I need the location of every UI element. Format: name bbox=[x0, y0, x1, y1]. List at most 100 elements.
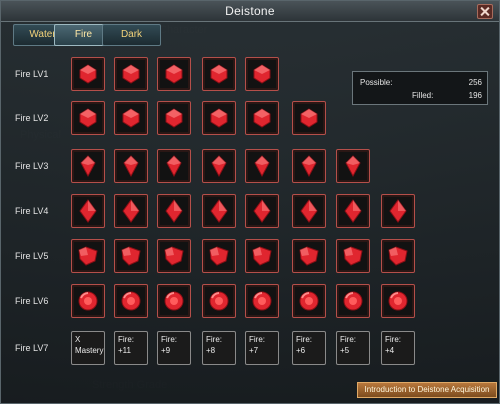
deistone-slot-lv7[interactable]: Fire: +4 bbox=[381, 331, 415, 365]
stats-possible-row: Possible: 256 bbox=[360, 78, 482, 90]
fire-gem-icon bbox=[164, 291, 184, 311]
deistone-slot-lv6[interactable] bbox=[381, 284, 415, 318]
fire-gem-icon bbox=[121, 291, 141, 311]
row-label-fire-lv2: Fire LV2 bbox=[15, 113, 49, 123]
fire-gem-icon bbox=[165, 64, 183, 84]
deistone-slot-lv1[interactable] bbox=[245, 57, 279, 91]
deistone-slot-lv4[interactable] bbox=[202, 194, 236, 228]
deistone-slot-lv5[interactable] bbox=[71, 239, 105, 273]
fire-gem-icon bbox=[253, 64, 271, 84]
lv7-slot-line2: +8 bbox=[206, 346, 216, 355]
deistone-slot-lv3[interactable] bbox=[114, 149, 148, 183]
deistone-slot-lv5[interactable] bbox=[114, 239, 148, 273]
window-title: Deistone bbox=[225, 4, 275, 18]
stats-panel: Possible: 256 Filled: 196 bbox=[352, 71, 488, 105]
deistone-slot-lv2[interactable] bbox=[157, 101, 191, 135]
deistone-slot-lv4[interactable] bbox=[71, 194, 105, 228]
fire-gem-icon bbox=[78, 291, 98, 311]
lv7-slot-line1: Fire: bbox=[118, 335, 134, 344]
lv7-slot-line1: Fire: bbox=[296, 335, 312, 344]
deistone-slot-lv6[interactable] bbox=[336, 284, 370, 318]
lv7-slot-line2: +5 bbox=[340, 346, 350, 355]
deistone-slot-lv5[interactable] bbox=[336, 239, 370, 273]
fire-gem-icon bbox=[80, 155, 96, 178]
deistone-slot-lv7[interactable]: X Mastery bbox=[71, 331, 105, 365]
deistone-slot-lv4[interactable] bbox=[381, 194, 415, 228]
fire-gem-icon bbox=[210, 108, 228, 128]
deistone-slot-lv6[interactable] bbox=[157, 284, 191, 318]
intro-deistone-acquisition-button[interactable]: Introduction to Deistone Acquisition bbox=[357, 382, 497, 398]
close-icon[interactable] bbox=[477, 4, 493, 19]
deistone-slot-lv7[interactable]: Fire: +5 bbox=[336, 331, 370, 365]
deistone-slot-lv4[interactable] bbox=[336, 194, 370, 228]
root: Character Physical Strength Grade Deisto… bbox=[0, 0, 500, 404]
stats-filled-value: 196 bbox=[468, 91, 482, 100]
deistone-slot-lv6[interactable] bbox=[245, 284, 279, 318]
deistone-slot-lv2[interactable] bbox=[71, 101, 105, 135]
fire-gem-icon bbox=[79, 199, 97, 223]
deistone-slot-lv5[interactable] bbox=[245, 239, 279, 273]
deistone-slot-lv3[interactable] bbox=[336, 149, 370, 183]
deistone-slot-lv1[interactable] bbox=[157, 57, 191, 91]
row-label-fire-lv1: Fire LV1 bbox=[15, 69, 49, 79]
deistone-slot-lv4[interactable] bbox=[114, 194, 148, 228]
stats-filled-label: Filled: bbox=[412, 91, 434, 100]
deistone-slot-lv7[interactable]: Fire: +6 bbox=[292, 331, 326, 365]
fire-gem-icon bbox=[388, 246, 408, 266]
deistone-slot-lv4[interactable] bbox=[292, 194, 326, 228]
fire-gem-icon bbox=[252, 246, 272, 266]
fire-gem-icon bbox=[164, 246, 184, 266]
deistone-slot-lv6[interactable] bbox=[202, 284, 236, 318]
fire-gem-icon bbox=[210, 64, 228, 84]
fire-gem-icon bbox=[122, 199, 140, 223]
deistone-slot-lv3[interactable] bbox=[292, 149, 326, 183]
deistone-slot-lv3[interactable] bbox=[245, 149, 279, 183]
deistone-slot-lv7[interactable]: Fire: +8 bbox=[202, 331, 236, 365]
stats-possible-label: Possible: bbox=[360, 78, 393, 87]
fire-gem-icon bbox=[388, 291, 408, 311]
fire-gem-icon bbox=[254, 155, 270, 178]
deistone-slot-lv6[interactable] bbox=[71, 284, 105, 318]
deistone-slot-lv4[interactable] bbox=[245, 194, 279, 228]
lv7-slot-line1: Fire: bbox=[385, 335, 401, 344]
fire-gem-icon bbox=[344, 199, 362, 223]
fire-gem-icon bbox=[79, 108, 97, 128]
deistone-slot-lv2[interactable] bbox=[245, 101, 279, 135]
lv7-slot-line2: +6 bbox=[296, 346, 306, 355]
deistone-slot-lv6[interactable] bbox=[114, 284, 148, 318]
deistone-slot-lv7[interactable]: Fire: +9 bbox=[157, 331, 191, 365]
deistone-slot-lv1[interactable] bbox=[71, 57, 105, 91]
deistone-slot-lv5[interactable] bbox=[202, 239, 236, 273]
fire-gem-icon bbox=[300, 108, 318, 128]
deistone-slot-lv3[interactable] bbox=[71, 149, 105, 183]
fire-gem-icon bbox=[123, 155, 139, 178]
deistone-slot-lv2[interactable] bbox=[202, 101, 236, 135]
deistone-slot-lv5[interactable] bbox=[381, 239, 415, 273]
tab-dark[interactable]: Dark bbox=[102, 24, 161, 46]
deistone-slot-lv5[interactable] bbox=[157, 239, 191, 273]
lv7-slot-line1: Fire: bbox=[161, 335, 177, 344]
window-titlebar[interactable]: Deistone bbox=[1, 1, 499, 22]
row-label-fire-lv5: Fire LV5 bbox=[15, 251, 49, 261]
lv7-slot-line2: +7 bbox=[249, 346, 259, 355]
fire-gem-icon bbox=[210, 199, 228, 223]
deistone-slot-lv1[interactable] bbox=[114, 57, 148, 91]
fire-gem-icon bbox=[122, 108, 140, 128]
lv7-slot-line1: Fire: bbox=[249, 335, 265, 344]
lv7-slot-line2: +9 bbox=[161, 346, 171, 355]
deistone-slot-lv5[interactable] bbox=[292, 239, 326, 273]
deistone-slot-lv1[interactable] bbox=[202, 57, 236, 91]
deistone-slot-lv2[interactable] bbox=[292, 101, 326, 135]
deistone-slot-lv2[interactable] bbox=[114, 101, 148, 135]
deistone-slot-lv6[interactable] bbox=[292, 284, 326, 318]
deistone-slot-lv7[interactable]: Fire: +11 bbox=[114, 331, 148, 365]
fire-gem-icon bbox=[300, 199, 318, 223]
fire-gem-icon bbox=[252, 291, 272, 311]
stats-filled-row: Filled: 196 bbox=[360, 91, 482, 103]
deistone-slot-lv3[interactable] bbox=[157, 149, 191, 183]
deistone-slot-lv3[interactable] bbox=[202, 149, 236, 183]
deistone-slot-lv7[interactable]: Fire: +7 bbox=[245, 331, 279, 365]
deistone-slot-lv4[interactable] bbox=[157, 194, 191, 228]
lv7-slot-line1: Fire: bbox=[206, 335, 222, 344]
fire-gem-icon bbox=[253, 108, 271, 128]
